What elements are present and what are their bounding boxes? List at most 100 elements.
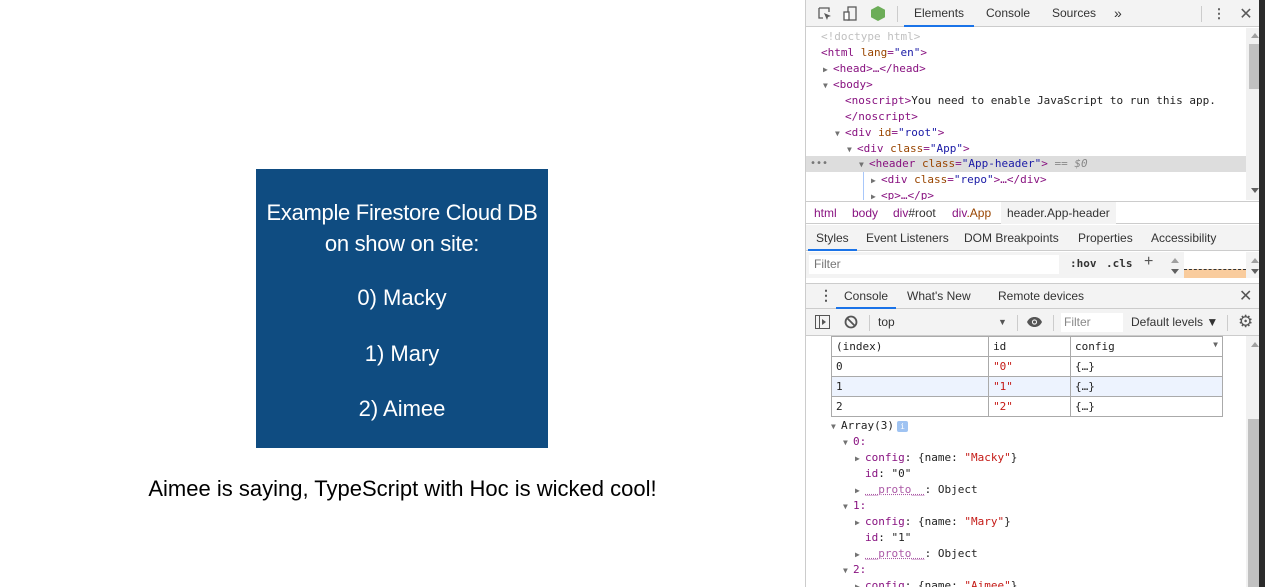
collapse-triangle-icon[interactable]: ▼ bbox=[823, 78, 833, 94]
tree-node-p[interactable]: ▶ <p>…</p> bbox=[806, 188, 1246, 200]
property-value: : Object bbox=[924, 483, 978, 496]
drawer-tab-whats-new[interactable]: What's New bbox=[899, 284, 979, 309]
list-item: 2) Aimee bbox=[358, 396, 446, 421]
tab-dom-breakpoints[interactable]: DOM Breakpoints bbox=[956, 225, 1067, 251]
tab-elements[interactable]: Elements bbox=[904, 0, 975, 27]
proto-property[interactable]: ▶ __proto__: Object bbox=[855, 546, 978, 562]
breadcrumb-html[interactable]: html bbox=[810, 202, 841, 224]
console-toolbar: top ▼ Filter Default levels ▼ ⚙ bbox=[806, 309, 1265, 336]
scroll-down-icon[interactable] bbox=[1251, 269, 1259, 274]
drawer-close-icon[interactable]: ✕ bbox=[1239, 286, 1252, 306]
expand-triangle-icon[interactable]: ▶ bbox=[855, 483, 865, 499]
kebab-menu-icon[interactable]: ⋮ bbox=[1210, 5, 1228, 22]
collapse-triangle-icon[interactable]: ▼ bbox=[843, 563, 853, 579]
cell-config: {…} bbox=[1069, 376, 1224, 397]
array-entry[interactable]: ▼ 1: bbox=[843, 498, 866, 514]
property-value: : Object bbox=[924, 547, 978, 560]
tree-node-noscript[interactable]: <noscript>You need to enable JavaScript … bbox=[806, 93, 1246, 109]
inspect-element-icon[interactable] bbox=[816, 5, 834, 22]
scroll-down-icon[interactable] bbox=[1251, 188, 1259, 193]
tree-node-header-selected[interactable]: ••• ▼ <header class="App-header"> == $0 bbox=[806, 156, 1246, 172]
sort-arrow-icon[interactable]: ▼ bbox=[1213, 340, 1218, 349]
tab-sources[interactable]: Sources bbox=[1042, 0, 1106, 27]
collapse-triangle-icon[interactable]: ▼ bbox=[831, 419, 841, 435]
tab-styles[interactable]: Styles bbox=[808, 225, 857, 251]
styles-scrollbar[interactable] bbox=[1166, 252, 1184, 278]
expand-triangle-icon[interactable]: ▶ bbox=[823, 62, 833, 78]
saying-text: Aimee is saying, TypeScript with Hoc is … bbox=[148, 476, 657, 501]
tab-properties[interactable]: Properties bbox=[1070, 225, 1141, 251]
array-entry[interactable]: ▼ 0: bbox=[843, 434, 866, 450]
tree-node-html[interactable]: <html lang="en"> bbox=[806, 45, 1246, 61]
node-js-icon[interactable] bbox=[869, 5, 887, 22]
tree-node-doctype[interactable]: <!doctype html> bbox=[806, 29, 1246, 45]
scroll-up-icon[interactable] bbox=[1251, 342, 1259, 347]
more-tabs-button[interactable]: » bbox=[1104, 0, 1132, 27]
eye-icon[interactable] bbox=[1026, 316, 1043, 331]
column-header[interactable]: config ▼ bbox=[1069, 336, 1224, 357]
toolbar-divider bbox=[1227, 315, 1228, 331]
tree-node-div-app[interactable]: ▼ <div class="App"> bbox=[806, 141, 1246, 157]
tab-console[interactable]: Console bbox=[976, 0, 1040, 27]
new-style-rule-button[interactable]: + bbox=[1144, 253, 1153, 271]
selected-marker: == $0 bbox=[1054, 157, 1088, 170]
expand-triangle-icon[interactable]: ▶ bbox=[855, 451, 865, 467]
breadcrumb-div-app[interactable]: div.App bbox=[948, 202, 995, 224]
breadcrumb-header-active[interactable]: header.App-header bbox=[1001, 202, 1116, 224]
tree-node-div-root[interactable]: ▼ <div id="root"> bbox=[806, 125, 1246, 141]
collapse-triangle-icon[interactable]: ▼ bbox=[843, 435, 853, 451]
scroll-up-icon[interactable] bbox=[1171, 258, 1179, 263]
info-icon[interactable]: i bbox=[896, 420, 908, 432]
box-model-preview bbox=[1184, 252, 1246, 278]
scroll-up-icon[interactable] bbox=[1251, 258, 1259, 263]
array-entry[interactable]: ▼ 2: bbox=[843, 562, 866, 578]
proto-property[interactable]: ▶ __proto__: Object bbox=[855, 482, 978, 498]
scroll-down-icon[interactable] bbox=[1171, 269, 1179, 274]
device-toolbar-icon[interactable] bbox=[841, 5, 859, 22]
tree-node-div-repo[interactable]: ▶ <div class="repo">…</div> bbox=[806, 172, 1246, 188]
tree-node-head[interactable]: ▶ <head>…</head> bbox=[806, 61, 1246, 77]
elements-tree: <!doctype html> <html lang="en"> ▶ <head>… bbox=[806, 28, 1246, 200]
config-property[interactable]: ▶ config: {name: "Aimee"} bbox=[855, 578, 1017, 587]
expand-triangle-icon[interactable]: ▶ bbox=[855, 579, 865, 587]
collapse-triangle-icon[interactable]: ▼ bbox=[835, 126, 845, 142]
column-header[interactable]: id bbox=[988, 336, 1071, 357]
dropdown-arrow-icon[interactable]: ▼ bbox=[998, 313, 1007, 332]
tree-node-body[interactable]: ▼ <body> bbox=[806, 77, 1246, 93]
collapse-triangle-icon[interactable]: ▼ bbox=[843, 499, 853, 515]
tab-accessibility[interactable]: Accessibility bbox=[1143, 225, 1224, 251]
drawer-tab-remote-devices[interactable]: Remote devices bbox=[990, 284, 1092, 309]
array-node[interactable]: ▼ Array(3) i bbox=[831, 418, 908, 434]
cell-index: 1 bbox=[830, 376, 990, 397]
hov-button[interactable]: :hov bbox=[1070, 257, 1097, 270]
config-property[interactable]: ▶ config: {name: "Mary"} bbox=[855, 514, 1011, 530]
breadcrumb-div-root[interactable]: div#root bbox=[889, 202, 940, 224]
context-select[interactable]: top bbox=[878, 313, 1010, 332]
property-key: config bbox=[865, 515, 905, 528]
drawer-tab-console[interactable]: Console bbox=[836, 284, 897, 309]
drawer-menu-icon[interactable]: ⋮ bbox=[819, 287, 833, 304]
breadcrumb-body[interactable]: body bbox=[848, 202, 882, 224]
config-property[interactable]: ▶ config: {name: "Macky"} bbox=[855, 450, 1017, 466]
property-key: id bbox=[865, 531, 879, 544]
expand-triangle-icon[interactable]: ▶ bbox=[871, 189, 881, 200]
expand-triangle-icon[interactable]: ▶ bbox=[871, 173, 881, 189]
crumb-suffix: #root bbox=[908, 206, 936, 220]
console-filter-input[interactable]: Filter bbox=[1061, 313, 1123, 332]
gear-icon[interactable]: ⚙ bbox=[1238, 312, 1253, 332]
devtools-panel: Elements Console Sources » ⋮ ✕ <!doctype… bbox=[805, 0, 1265, 587]
expand-triangle-icon[interactable]: ▶ bbox=[855, 547, 865, 563]
scroll-up-icon[interactable] bbox=[1251, 33, 1259, 38]
clear-console-icon[interactable] bbox=[844, 315, 858, 332]
styles-filter-input[interactable] bbox=[809, 255, 1059, 274]
collapse-triangle-icon[interactable]: ▼ bbox=[859, 157, 869, 173]
close-icon[interactable]: ✕ bbox=[1237, 5, 1255, 23]
column-header[interactable]: (index) bbox=[830, 336, 990, 357]
more-options-icon[interactable]: ••• bbox=[810, 156, 828, 172]
expand-triangle-icon[interactable]: ▶ bbox=[855, 515, 865, 531]
tree-node-noscript-close[interactable]: </noscript> bbox=[806, 109, 1246, 125]
log-levels-dropdown[interactable]: Default levels ▼ bbox=[1131, 313, 1218, 332]
tab-event-listeners[interactable]: Event Listeners bbox=[858, 225, 957, 251]
cls-button[interactable]: .cls bbox=[1106, 257, 1133, 270]
sidebar-toggle-icon[interactable] bbox=[815, 315, 830, 332]
